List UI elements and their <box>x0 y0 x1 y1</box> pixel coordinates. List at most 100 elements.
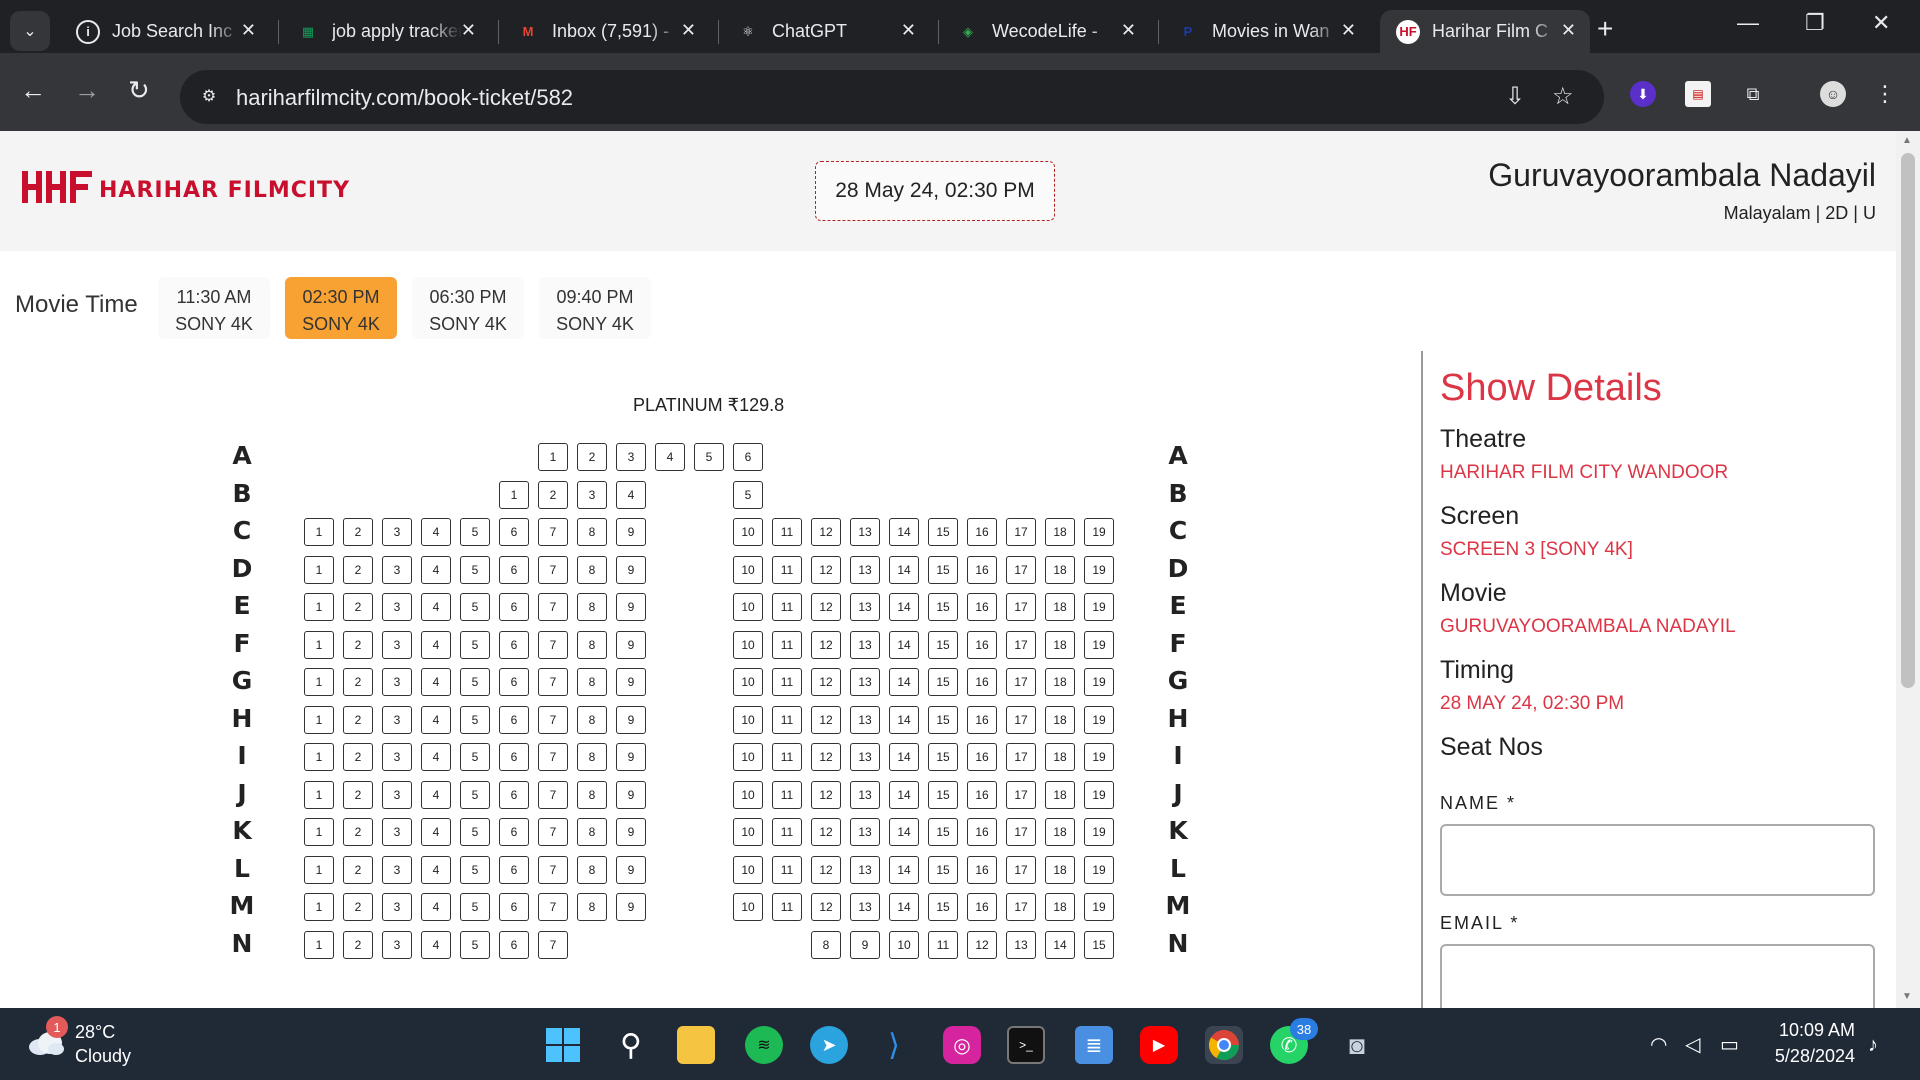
chrome-icon[interactable] <box>1205 1026 1243 1064</box>
seat-F10[interactable]: 10 <box>733 631 763 659</box>
seat-J11[interactable]: 11 <box>772 781 802 809</box>
seat-G11[interactable]: 11 <box>772 668 802 696</box>
seat-E16[interactable]: 16 <box>967 593 997 621</box>
seat-M6[interactable]: 6 <box>499 893 529 921</box>
camera-icon[interactable]: ◙ <box>1338 1026 1376 1064</box>
seat-F5[interactable]: 5 <box>460 631 490 659</box>
back-icon[interactable]: ← <box>20 75 46 106</box>
seat-N7[interactable]: 7 <box>538 931 568 959</box>
seat-B2[interactable]: 2 <box>538 481 568 509</box>
seat-G18[interactable]: 18 <box>1045 668 1075 696</box>
seat-G3[interactable]: 3 <box>382 668 412 696</box>
seat-I17[interactable]: 17 <box>1006 743 1036 771</box>
seat-F18[interactable]: 18 <box>1045 631 1075 659</box>
seat-C11[interactable]: 11 <box>772 518 802 546</box>
seat-J4[interactable]: 4 <box>421 781 451 809</box>
seat-H8[interactable]: 8 <box>577 706 607 734</box>
tab-close-icon[interactable]: ✕ <box>1561 20 1576 41</box>
seat-F15[interactable]: 15 <box>928 631 958 659</box>
browser-tab[interactable]: P Movies in Wan ✕ <box>1160 10 1370 53</box>
seat-H1[interactable]: 1 <box>304 706 334 734</box>
seat-L3[interactable]: 3 <box>382 856 412 884</box>
seat-J3[interactable]: 3 <box>382 781 412 809</box>
seat-C2[interactable]: 2 <box>343 518 373 546</box>
seat-K19[interactable]: 19 <box>1084 818 1114 846</box>
browser-tab[interactable]: i Job Search Inc ✕ <box>60 10 270 53</box>
address-bar[interactable]: ⚙ hariharfilmcity.com/book-ticket/582 ⇩ … <box>180 70 1604 124</box>
seat-D9[interactable]: 9 <box>616 556 646 584</box>
seat-K18[interactable]: 18 <box>1045 818 1075 846</box>
temperature[interactable]: 28°C <box>75 1022 115 1043</box>
seat-H9[interactable]: 9 <box>616 706 646 734</box>
name-field[interactable] <box>1440 824 1875 896</box>
seat-L1[interactable]: 1 <box>304 856 334 884</box>
close-window-icon[interactable]: ✕ <box>1872 10 1890 36</box>
battery-icon[interactable]: ▭ <box>1720 1032 1739 1057</box>
seat-C14[interactable]: 14 <box>889 518 919 546</box>
seat-C19[interactable]: 19 <box>1084 518 1114 546</box>
seat-F11[interactable]: 11 <box>772 631 802 659</box>
scroll-thumb[interactable] <box>1901 153 1915 688</box>
seat-C5[interactable]: 5 <box>460 518 490 546</box>
seat-E15[interactable]: 15 <box>928 593 958 621</box>
seat-B3[interactable]: 3 <box>577 481 607 509</box>
seat-C8[interactable]: 8 <box>577 518 607 546</box>
seat-H16[interactable]: 16 <box>967 706 997 734</box>
seat-G5[interactable]: 5 <box>460 668 490 696</box>
seat-M19[interactable]: 19 <box>1084 893 1114 921</box>
seat-I10[interactable]: 10 <box>733 743 763 771</box>
seat-M9[interactable]: 9 <box>616 893 646 921</box>
seat-H13[interactable]: 13 <box>850 706 880 734</box>
seat-I18[interactable]: 18 <box>1045 743 1075 771</box>
seat-C13[interactable]: 13 <box>850 518 880 546</box>
seat-K7[interactable]: 7 <box>538 818 568 846</box>
seat-L5[interactable]: 5 <box>460 856 490 884</box>
seat-I8[interactable]: 8 <box>577 743 607 771</box>
seat-M11[interactable]: 11 <box>772 893 802 921</box>
seat-I11[interactable]: 11 <box>772 743 802 771</box>
bookmark-star-icon[interactable]: ☆ <box>1552 82 1574 111</box>
seat-K16[interactable]: 16 <box>967 818 997 846</box>
seat-E2[interactable]: 2 <box>343 593 373 621</box>
tab-close-icon[interactable]: ✕ <box>901 20 916 41</box>
seat-L8[interactable]: 8 <box>577 856 607 884</box>
seat-H17[interactable]: 17 <box>1006 706 1036 734</box>
showtime-option[interactable]: 06:30 PM SONY 4K <box>412 277 524 339</box>
seat-E3[interactable]: 3 <box>382 593 412 621</box>
seat-N5[interactable]: 5 <box>460 931 490 959</box>
seat-M15[interactable]: 15 <box>928 893 958 921</box>
volume-icon[interactable]: ◁ <box>1685 1032 1700 1057</box>
seat-C16[interactable]: 16 <box>967 518 997 546</box>
seat-H6[interactable]: 6 <box>499 706 529 734</box>
seat-I12[interactable]: 12 <box>811 743 841 771</box>
seat-N12[interactable]: 12 <box>967 931 997 959</box>
seat-D1[interactable]: 1 <box>304 556 334 584</box>
seat-G17[interactable]: 17 <box>1006 668 1036 696</box>
seat-E13[interactable]: 13 <box>850 593 880 621</box>
seat-L9[interactable]: 9 <box>616 856 646 884</box>
tab-close-icon[interactable]: ✕ <box>241 20 256 41</box>
seat-N13[interactable]: 13 <box>1006 931 1036 959</box>
seat-M8[interactable]: 8 <box>577 893 607 921</box>
seat-B4[interactable]: 4 <box>616 481 646 509</box>
logo-text[interactable]: HARIHAR FILMCITY <box>99 178 350 203</box>
tab-search-icon[interactable]: ⌄ <box>10 11 50 51</box>
seat-G9[interactable]: 9 <box>616 668 646 696</box>
seat-D8[interactable]: 8 <box>577 556 607 584</box>
seat-J1[interactable]: 1 <box>304 781 334 809</box>
seat-I15[interactable]: 15 <box>928 743 958 771</box>
seat-C6[interactable]: 6 <box>499 518 529 546</box>
seat-H4[interactable]: 4 <box>421 706 451 734</box>
seat-D4[interactable]: 4 <box>421 556 451 584</box>
seat-M16[interactable]: 16 <box>967 893 997 921</box>
seat-M17[interactable]: 17 <box>1006 893 1036 921</box>
seat-N2[interactable]: 2 <box>343 931 373 959</box>
tab-close-icon[interactable]: ✕ <box>1121 20 1136 41</box>
seat-D2[interactable]: 2 <box>343 556 373 584</box>
seat-G12[interactable]: 12 <box>811 668 841 696</box>
seat-F14[interactable]: 14 <box>889 631 919 659</box>
seat-E9[interactable]: 9 <box>616 593 646 621</box>
seat-K10[interactable]: 10 <box>733 818 763 846</box>
weather-condition[interactable]: Cloudy <box>75 1046 131 1067</box>
seat-J18[interactable]: 18 <box>1045 781 1075 809</box>
